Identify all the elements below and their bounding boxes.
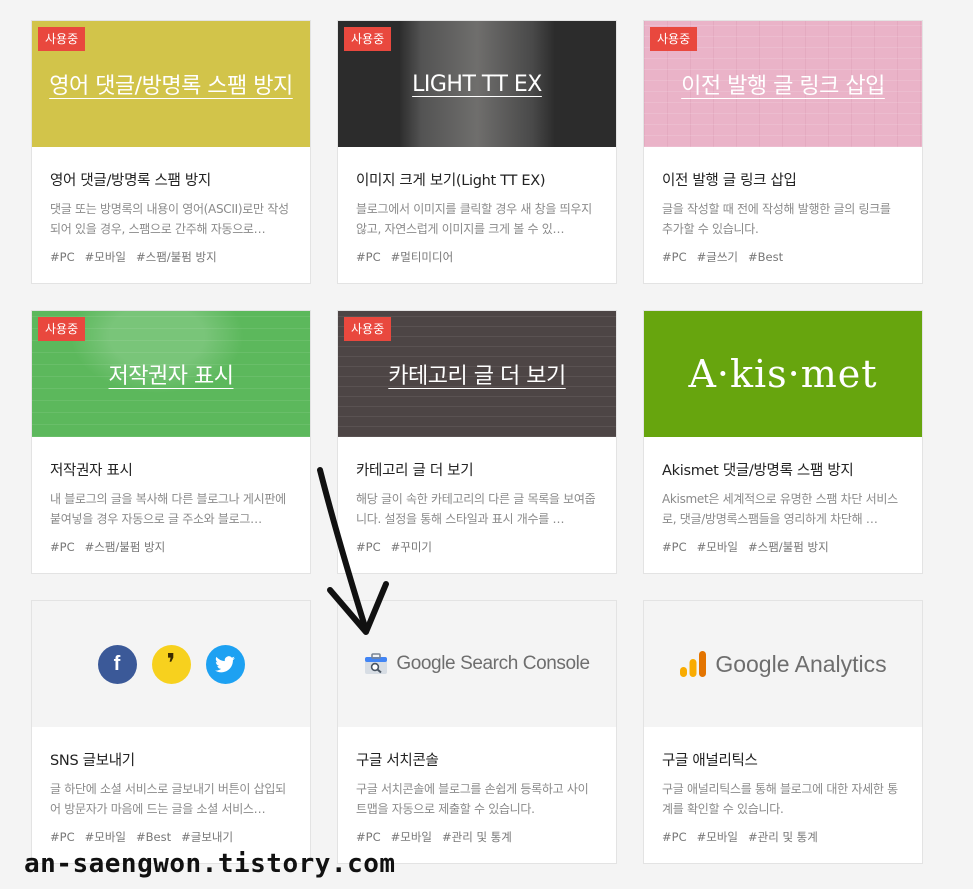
tag: #PC: [356, 250, 381, 264]
plugin-description: 댓글 또는 방명록의 내용이 영어(ASCII)로만 작성되어 있을 경우, 스…: [50, 202, 289, 236]
toolbox-icon: [365, 653, 388, 674]
plugin-description: 구글 서치콘솔에 블로그를 손쉽게 등록하고 사이트맵을 자동으로 제출할 수 …: [356, 782, 589, 816]
plugin-name: Akismet 댓글/방명록 스팸 방지: [662, 463, 854, 479]
plugin-thumbnail[interactable]: 사용중 영어 댓글/방명록 스팸 방지: [32, 21, 310, 147]
plugin-description: 내 블로그의 글을 복사해 다른 블로그나 게시판에 붙여넣을 경우 자동으로 …: [50, 492, 286, 526]
plugin-card-prev-link[interactable]: 사용중 이전 발행 글 링크 삽입 이전 발행 글 링크 삽입 글을 작성할 때…: [643, 20, 923, 284]
tag: #PC: [662, 540, 687, 554]
plugin-description: 글 하단에 소셜 서비스로 글보내기 버튼이 삽입되어 방문자가 마음에 드는 …: [50, 782, 286, 816]
tag: #관리 및 통계: [748, 830, 818, 844]
plugin-card-google-analytics[interactable]: Google Analytics 구글 애널리틱스 구글 애널리틱스를 통해 블…: [643, 600, 923, 864]
analytics-bars-icon: [680, 651, 707, 677]
in-use-badge: 사용중: [38, 27, 86, 51]
tag: #PC: [662, 830, 687, 844]
tag: #글보내기: [181, 830, 234, 844]
plugin-card-light-tt-ex[interactable]: 사용중 LIGHT TT EX 이미지 크게 보기(Light TT EX) 블…: [337, 20, 617, 284]
plugin-description: Akismet은 세계적으로 유명한 스팸 차단 서비스로, 댓글/방명록스팸들…: [662, 492, 898, 526]
plugin-name: 구글 애널리틱스: [662, 753, 758, 769]
facebook-icon: f: [97, 644, 137, 684]
plugin-tags: #PC #모바일 #스팸/불펌 방지: [662, 539, 904, 555]
thumbnail-title: 저작권자 표시: [108, 364, 234, 389]
tag: #글쓰기: [696, 250, 738, 264]
tag: #Best: [136, 830, 172, 844]
tag: #PC: [356, 830, 381, 844]
in-use-badge: 사용중: [344, 317, 392, 341]
tag: #스팸/불펌 방지: [136, 250, 217, 264]
annotation-arrow: [317, 467, 389, 635]
tag: #Best: [748, 250, 784, 264]
logo-text: Google Analytics: [715, 650, 887, 677]
plugin-name: 이미지 크게 보기(Light TT EX): [356, 173, 546, 189]
plugin-card-copyright[interactable]: 사용중 저작권자 표시 저작권자 표시 내 블로그의 글을 복사해 다른 블로그…: [31, 310, 311, 574]
tag: #스팸/불펌 방지: [748, 540, 829, 554]
plugin-tags: #PC #모바일 #관리 및 통계: [662, 829, 904, 845]
google-analytics-logo: Google Analytics: [679, 650, 887, 678]
watermark-text: an-saengwon.tistory.com: [24, 849, 396, 879]
tag: #PC: [50, 830, 75, 844]
thumbnail-title: 카테고리 글 더 보기: [388, 364, 566, 389]
thumbnail-title: LIGHT TT EX: [412, 71, 542, 97]
tag: #모바일: [84, 250, 126, 264]
plugin-card-english-spam[interactable]: 사용중 영어 댓글/방명록 스팸 방지 영어 댓글/방명록 스팸 방지 댓글 또…: [31, 20, 311, 284]
plugin-thumbnail[interactable]: 사용중 저작권자 표시: [32, 311, 310, 437]
in-use-badge: 사용중: [344, 27, 392, 51]
thumbnail-title: 이전 발행 글 링크 삽입: [681, 74, 885, 99]
tag: #모바일: [696, 830, 738, 844]
plugin-name: 이전 발행 글 링크 삽입: [662, 173, 797, 189]
plugin-thumbnail[interactable]: f ❜: [32, 601, 310, 727]
tag: #관리 및 통계: [442, 830, 512, 844]
plugin-thumbnail[interactable]: 사용중 이전 발행 글 링크 삽입: [644, 21, 922, 147]
tag: #PC: [662, 250, 687, 264]
plugin-name: SNS 글보내기: [50, 753, 135, 769]
in-use-badge: 사용중: [650, 27, 698, 51]
plugin-tags: #PC #모바일 #관리 및 통계: [356, 829, 598, 845]
google-search-console-logo: Google Search Console: [364, 653, 590, 675]
tag: #멀티미디어: [390, 250, 454, 264]
plugin-description: 구글 애널리틱스를 통해 블로그에 대한 자세한 통계를 확인할 수 있습니다.: [662, 782, 898, 816]
tag: #스팸/불펌 방지: [84, 540, 166, 554]
plugin-name: 영어 댓글/방명록 스팸 방지: [50, 173, 211, 189]
in-use-badge: 사용중: [38, 317, 86, 341]
plugin-tags: #PC #모바일 #스팸/불펌 방지: [50, 249, 292, 265]
plugin-name: 구글 서치콘솔: [356, 753, 439, 769]
plugin-tags: #PC #멀티미디어: [356, 249, 598, 265]
plugin-description: 글을 작성할 때 전에 작성해 발행한 글의 링크를 추가할 수 있습니다.: [662, 202, 891, 236]
plugin-card-akismet[interactable]: A·kis·met Akismet 댓글/방명록 스팸 방지 Akismet은 …: [643, 310, 923, 574]
plugin-card-sns-share[interactable]: f ❜ SNS 글보내기 글 하단에 소셜 서비스로 글보내기 버튼이 삽입되어…: [31, 600, 311, 864]
plugin-thumbnail[interactable]: A·kis·met: [644, 311, 922, 437]
kakao-icon: ❜: [151, 644, 191, 684]
plugin-thumbnail[interactable]: 사용중 카테고리 글 더 보기: [338, 311, 616, 437]
plugin-tags: #PC #모바일 #Best #글보내기: [50, 829, 292, 845]
twitter-icon: [205, 644, 245, 684]
plugin-description: 블로그에서 이미지를 클릭할 경우 새 창을 띄우지 않고, 자연스럽게 이미지…: [356, 202, 592, 236]
thumbnail-title: 영어 댓글/방명록 스팸 방지: [49, 74, 293, 99]
plugin-name: 저작권자 표시: [50, 463, 133, 479]
akismet-logo: A·kis·met: [688, 352, 878, 396]
logo-text: Google Search Console: [396, 653, 590, 674]
plugin-tags: #PC #스팸/불펌 방지: [50, 539, 292, 555]
tag: #PC: [50, 250, 75, 264]
plugin-tags: #PC #글쓰기 #Best: [662, 249, 904, 265]
tag: #모바일: [84, 830, 126, 844]
plugin-thumbnail[interactable]: Google Analytics: [644, 601, 922, 727]
plugin-thumbnail[interactable]: 사용중 LIGHT TT EX: [338, 21, 616, 147]
tag: #모바일: [696, 540, 738, 554]
tag: #모바일: [390, 830, 432, 844]
tag: #PC: [50, 540, 75, 554]
sns-icons: f ❜: [97, 644, 245, 684]
